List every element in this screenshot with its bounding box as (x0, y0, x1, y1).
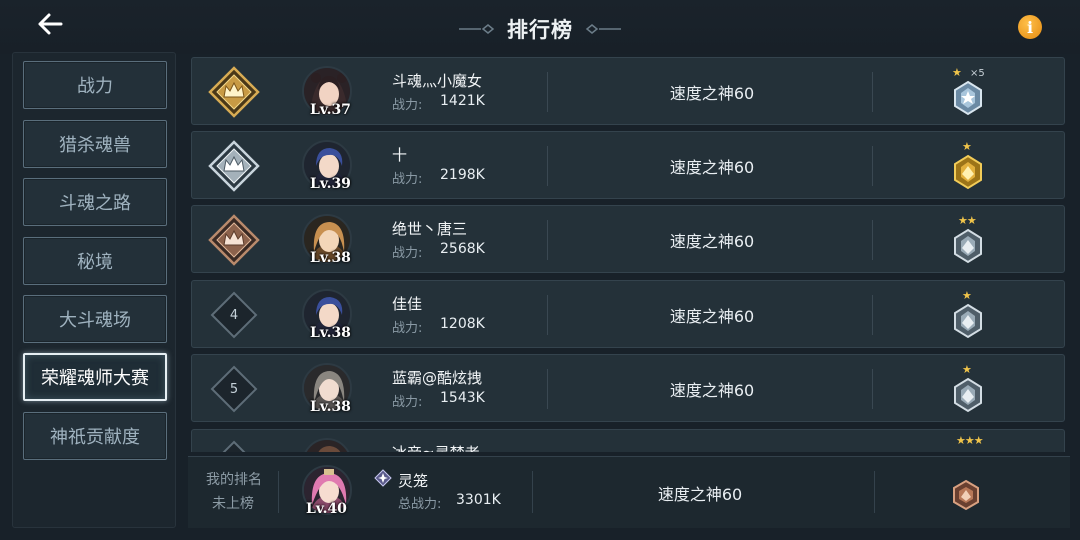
power-label: 战力: (392, 321, 423, 336)
category-sidebar: 战力 猎杀魂兽 斗魂之路 秘境 大斗魂场 荣耀魂师大赛 神祇贡献度 (12, 52, 176, 528)
title-left-ornament-icon (459, 24, 495, 34)
divider (532, 471, 533, 513)
divider (872, 369, 873, 409)
player-name: 冰帝≈灵梦者 (392, 442, 480, 452)
info-button[interactable]: i (1018, 15, 1042, 39)
bronze-crown-badge-icon (208, 214, 260, 266)
sidebar-item-soul-beast-hunt[interactable]: 猎杀魂兽 (23, 120, 167, 168)
ranking-row[interactable]: Lv.38 绝世丶唐三 战力: 2568K 速度之神60 ★★ (191, 205, 1065, 273)
player-level: Lv.38 (310, 399, 351, 415)
power-value: 1421K (440, 93, 485, 109)
silver-crown-badge-icon (208, 140, 260, 192)
player-level: Lv.38 (310, 325, 351, 341)
player-level: Lv.39 (310, 176, 351, 192)
sidebar-item-arena[interactable]: 大斗魂场 (23, 295, 167, 343)
divider (547, 295, 548, 335)
my-name: 灵笼 (398, 472, 429, 490)
ranking-row[interactable]: 冰帝≈灵梦者 ★★★ (191, 429, 1065, 452)
my-power-label: 总战力: (398, 497, 442, 512)
header-bar: 排行榜 i (0, 0, 1080, 54)
silver-medal-icon (954, 377, 982, 413)
rank-emblem-icon (374, 469, 392, 487)
my-level: Lv.40 (306, 501, 347, 517)
diamond-rank-icon (222, 440, 246, 452)
player-name: 斗魂灬小魔女 (392, 72, 483, 90)
sidebar-item-god-contribution[interactable]: 神祇贡献度 (23, 412, 167, 460)
player-name: 绝世丶唐三 (392, 220, 468, 238)
divider (547, 72, 548, 112)
title-group: 排行榜 (440, 14, 640, 44)
divider (278, 471, 279, 513)
divider (547, 220, 548, 260)
bronze-medal-icon (953, 479, 979, 511)
gold-crown-badge-icon (208, 66, 260, 118)
silver-star-medal-icon (954, 80, 982, 116)
my-rank-panel: 我的排名 未上榜 Lv.40 灵笼 总战力: 3301K 速度之神60 (188, 456, 1070, 528)
my-rank-status: 未上榜 (212, 496, 254, 512)
silver-medal-icon (954, 303, 982, 339)
star-rating: ★★★ (956, 434, 984, 447)
divider (872, 220, 873, 260)
my-rank-label: 我的排名 (206, 472, 262, 488)
divider (872, 146, 873, 186)
my-power-value: 3301K (456, 492, 501, 508)
ranking-row[interactable]: Lv.39 十 战力: 2198K 速度之神60 ★ (191, 131, 1065, 199)
player-name: 佳佳 (392, 295, 423, 313)
guild-name: 速度之神60 (669, 232, 755, 251)
page-title: 排行榜 (507, 18, 573, 42)
divider (547, 369, 548, 409)
power-value: 2568K (440, 241, 485, 257)
guild-name: 速度之神60 (669, 307, 755, 326)
player-name: 十 (392, 146, 408, 164)
divider (547, 146, 548, 186)
gold-medal-icon (954, 154, 982, 190)
rank-number: 5 (229, 381, 239, 397)
player-level: Lv.37 (310, 102, 351, 118)
power-label: 战力: (392, 395, 423, 410)
guild-name: 速度之神60 (669, 381, 755, 400)
power-label: 战力: (392, 246, 423, 261)
back-button[interactable] (30, 6, 70, 42)
power-value: 1208K (440, 316, 485, 332)
title-right-ornament-icon (585, 24, 621, 34)
player-level: Lv.38 (310, 250, 351, 266)
silver-medal-icon (954, 228, 982, 264)
guild-name: 速度之神60 (669, 158, 755, 177)
power-value: 1543K (440, 390, 485, 406)
sidebar-item-combat-power[interactable]: 战力 (23, 61, 167, 109)
player-name: 蓝霸@酷炫拽 (392, 369, 483, 387)
sidebar-item-soul-road[interactable]: 斗魂之路 (23, 178, 167, 226)
sidebar-item-glory-tournament[interactable]: 荣耀魂师大赛 (23, 353, 167, 401)
sidebar-item-secret-realm[interactable]: 秘境 (23, 237, 167, 285)
arrow-left-icon (38, 13, 63, 35)
my-guild-name: 速度之神60 (657, 485, 743, 504)
avatar (302, 438, 352, 452)
divider (872, 295, 873, 335)
rank-number: 4 (229, 307, 239, 323)
power-label: 战力: (392, 98, 423, 113)
ranking-list[interactable]: Lv.37 斗魂灬小魔女 战力: 1421K 速度之神60 ★ ×5 Lv.39… (188, 52, 1070, 452)
guild-name: 速度之神60 (669, 84, 755, 103)
divider (872, 72, 873, 112)
divider (874, 471, 875, 513)
ranking-row[interactable]: 4 Lv.38 佳佳 战力: 1208K 速度之神60 ★ (191, 280, 1065, 348)
ranking-row[interactable]: 5 Lv.38 蓝霸@酷炫拽 战力: 1543K 速度之神60 ★ (191, 354, 1065, 422)
power-value: 2198K (440, 167, 485, 183)
ranking-row[interactable]: Lv.37 斗魂灬小魔女 战力: 1421K 速度之神60 ★ ×5 (191, 57, 1065, 125)
power-label: 战力: (392, 172, 423, 187)
